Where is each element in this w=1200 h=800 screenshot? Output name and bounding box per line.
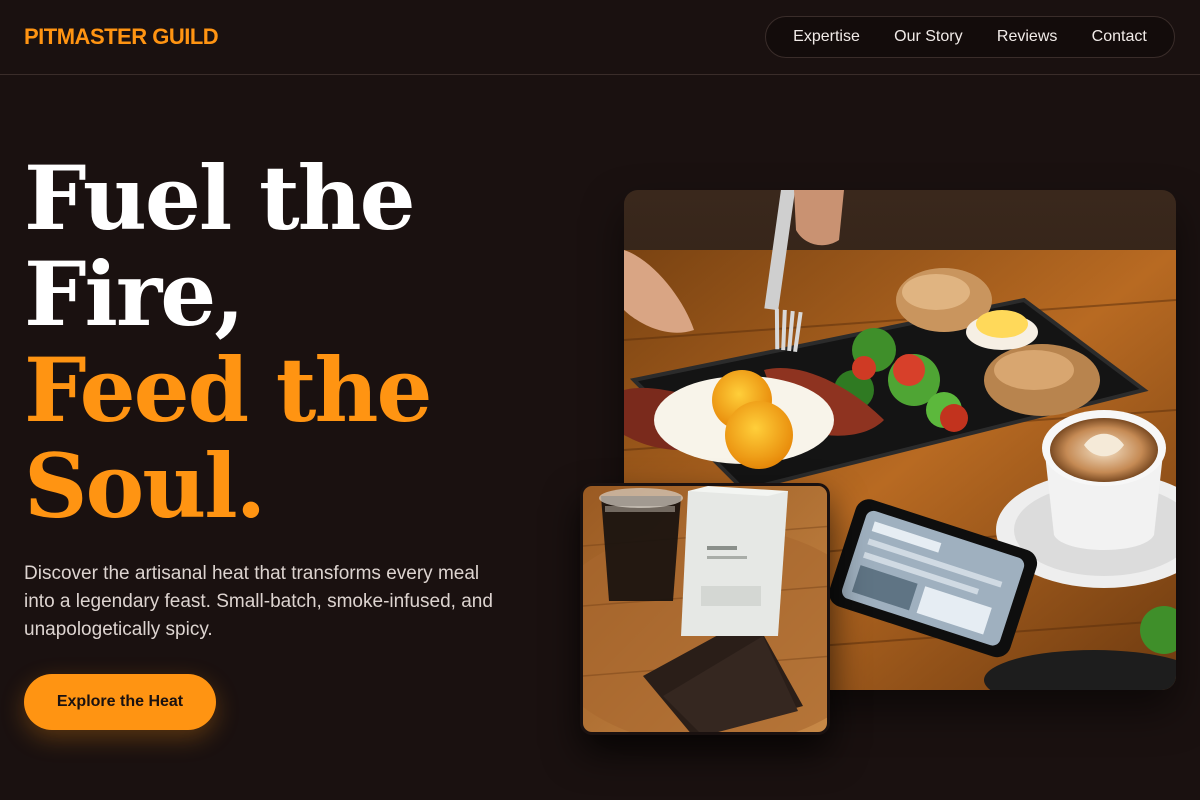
nav-link-our-story[interactable]: Our Story [888,22,968,52]
hero-title-line-3: Feed the [24,338,432,442]
nav-link-contact[interactable]: Contact [1086,22,1153,52]
explore-heat-button[interactable]: Explore the Heat [24,674,216,730]
hero-description: Discover the artisanal heat that transfo… [24,563,493,640]
hero-title-line-1: Fuel the [24,146,416,250]
hero-title: Fuel the Fire, Feed the Soul. [24,146,432,538]
main-nav: Expertise Our Story Reviews Contact [765,16,1175,58]
site-header: PITMASTER GUILD Expertise Our Story Revi… [0,0,1200,75]
brand-logo[interactable]: PITMASTER GUILD [24,24,219,50]
hero-title-line-2: Fire, [24,242,245,346]
hero-title-line-4: Soul. [24,434,266,538]
nav-link-reviews[interactable]: Reviews [991,22,1063,52]
nav-link-expertise[interactable]: Expertise [787,22,866,52]
iced-coffee-photo [580,483,830,735]
